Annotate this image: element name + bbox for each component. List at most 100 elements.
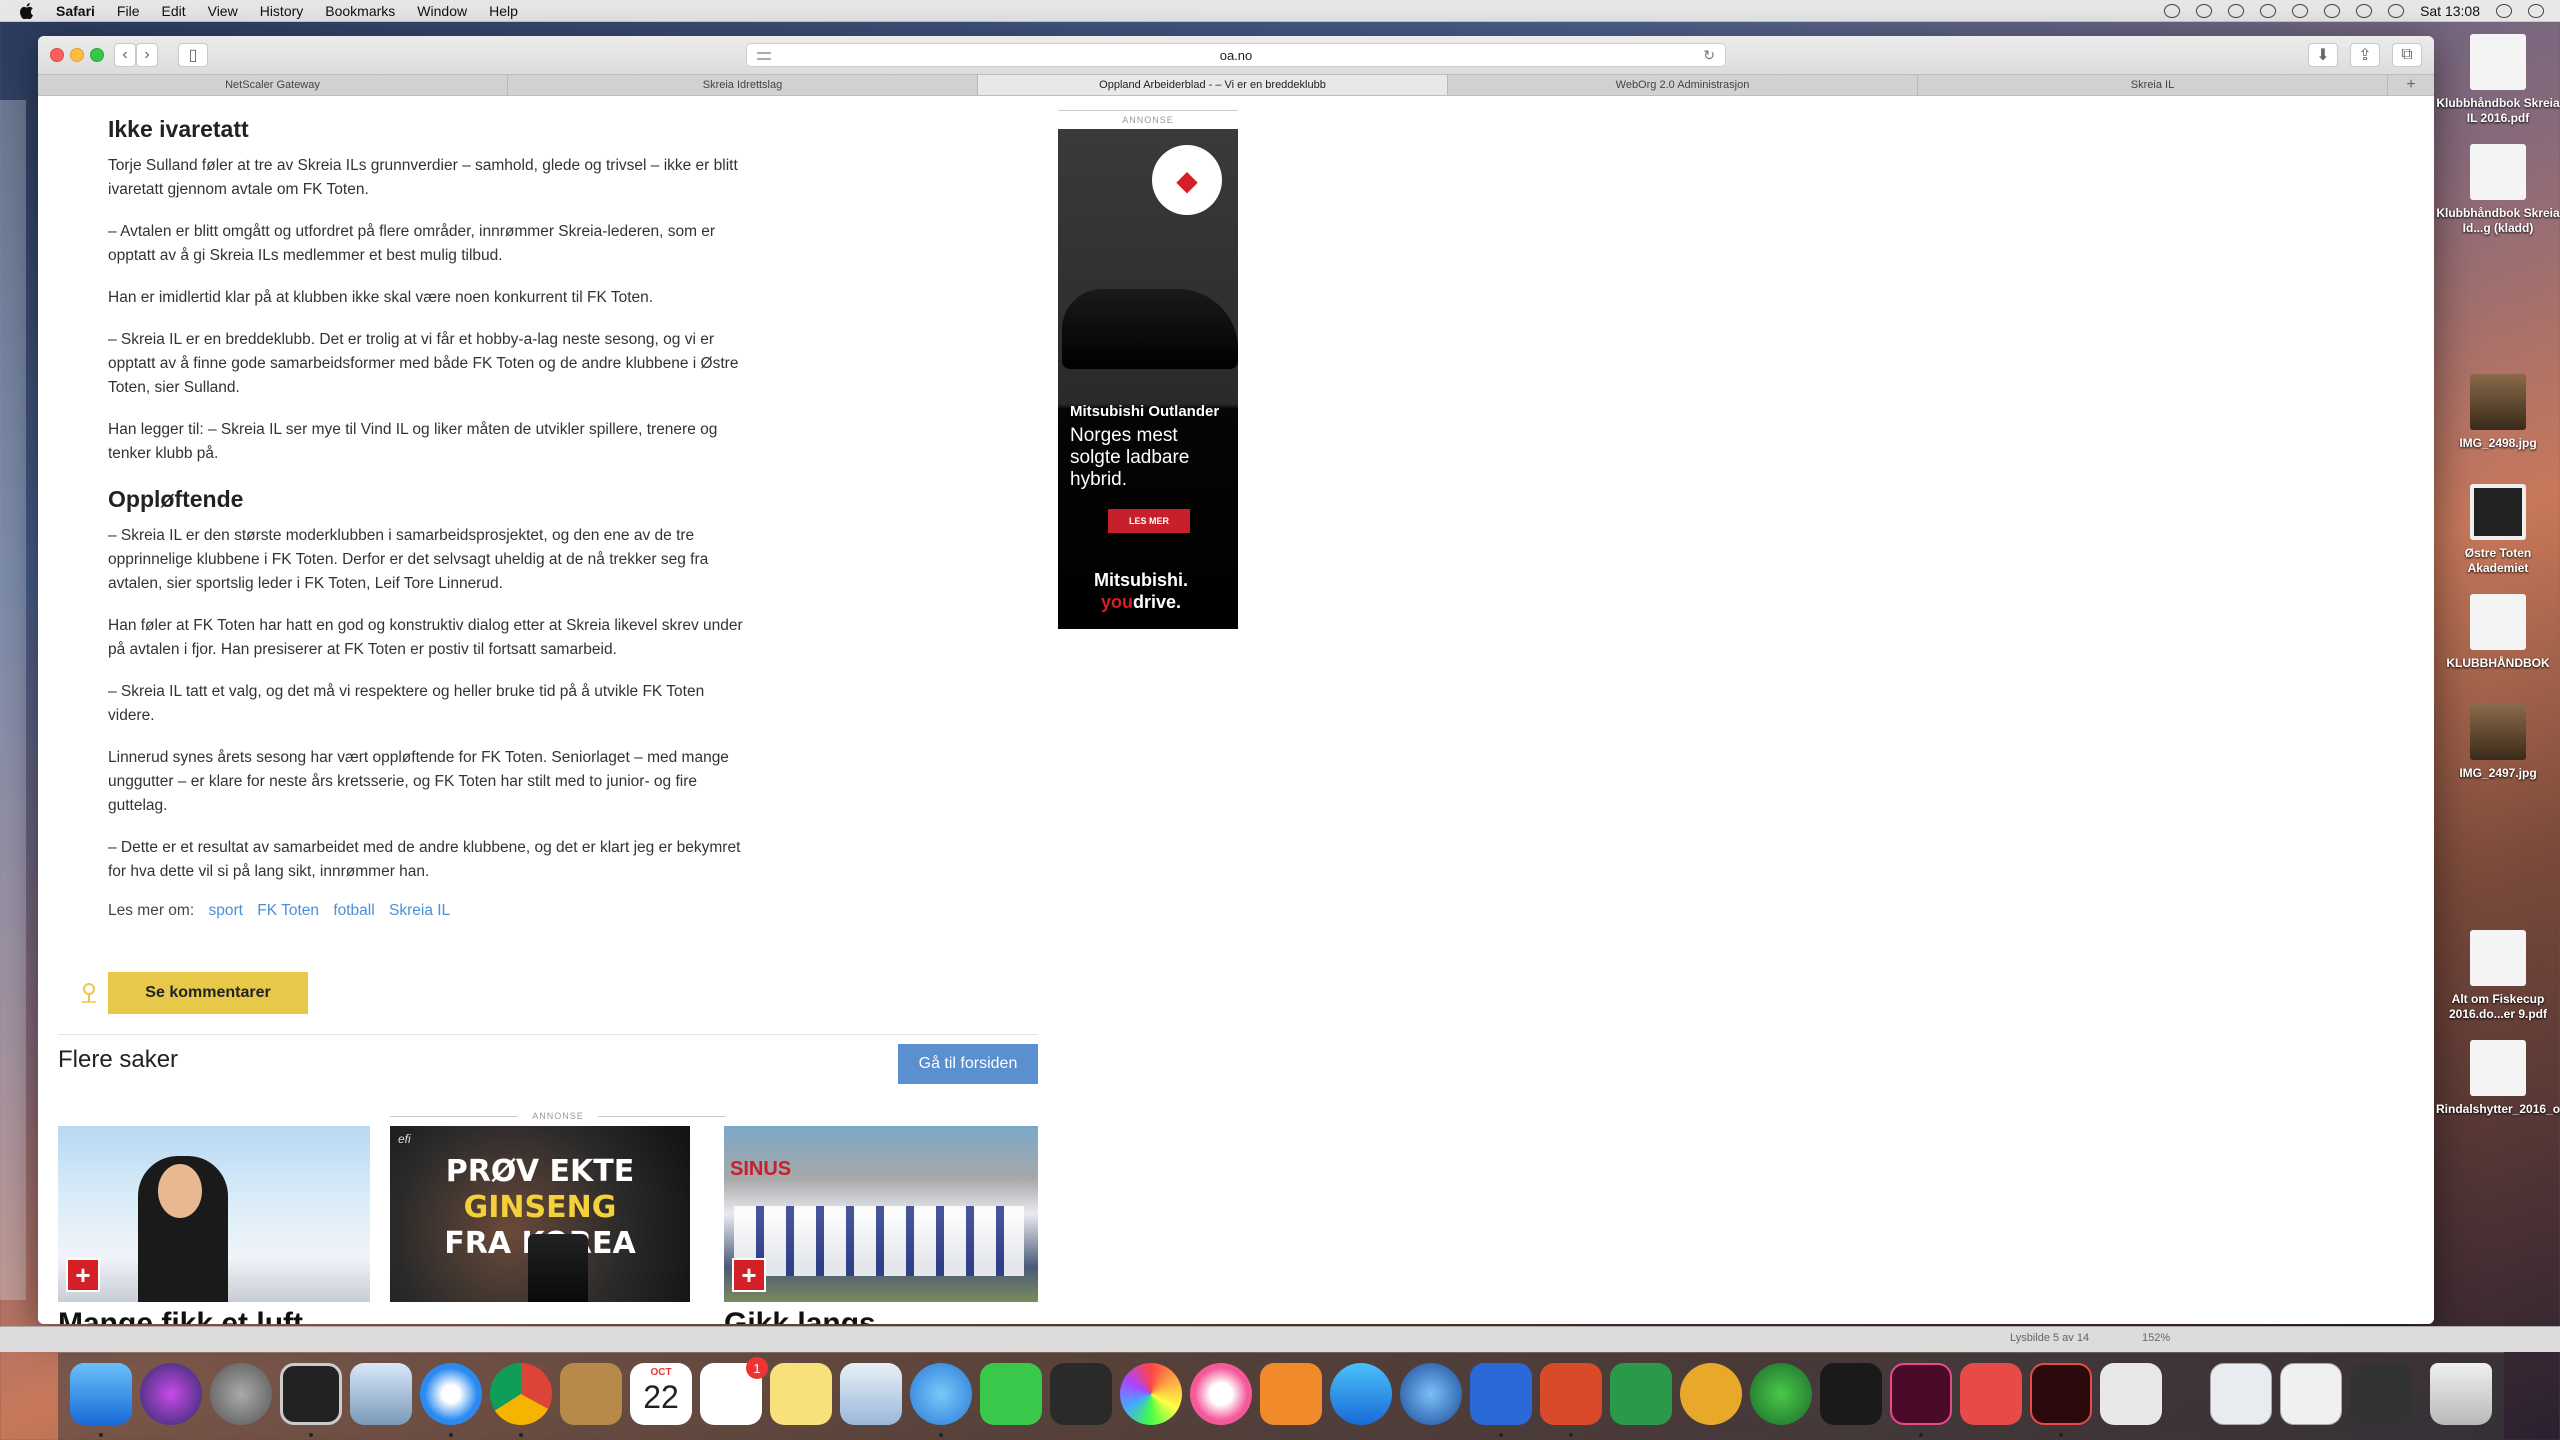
network-globe-icon[interactable] xyxy=(1400,1363,1462,1425)
word-icon[interactable] xyxy=(1470,1363,1532,1425)
trash-icon[interactable] xyxy=(2430,1363,2492,1425)
ad-les-mer-button[interactable]: LES MER xyxy=(1108,509,1190,533)
powerpoint-icon[interactable] xyxy=(1540,1363,1602,1425)
downloads-button[interactable]: ⬇ xyxy=(2308,43,2338,67)
ad-card-ginseng[interactable]: efi PRØV EKTE GINSENG FRA KOREA xyxy=(390,1126,690,1302)
share-button[interactable]: ⇪ xyxy=(2350,43,2380,67)
menu-help[interactable]: Help xyxy=(489,3,518,19)
drive-icon[interactable] xyxy=(1820,1363,1882,1425)
menu-view[interactable]: View xyxy=(208,3,238,19)
facetime-icon[interactable] xyxy=(980,1363,1042,1425)
tab-weborg[interactable]: WebOrg 2.0 Administrasjon xyxy=(1448,75,1918,95)
globe-download-icon[interactable] xyxy=(1750,1363,1812,1425)
story-card-skier[interactable]: + xyxy=(58,1126,370,1302)
new-tab-button[interactable]: + xyxy=(2388,75,2434,95)
volume-icon[interactable] xyxy=(2356,4,2373,18)
launchpad-icon[interactable] xyxy=(210,1363,272,1425)
battery-icon[interactable] xyxy=(2388,4,2405,18)
desktop-file-klubbhandbok-docx[interactable]: KLUBBHÅNDBOK xyxy=(2436,594,2560,671)
tab-oppland-arbeiderblad[interactable]: Oppland Arbeiderblad - – Vi er en bredde… xyxy=(978,75,1448,95)
go-to-frontpage-button[interactable]: Gå til forsiden xyxy=(898,1044,1038,1084)
acrobat-icon[interactable] xyxy=(2030,1363,2092,1425)
help-icon[interactable] xyxy=(1960,1363,2022,1425)
reader-view-icon[interactable] xyxy=(757,52,771,60)
photo-booth-icon[interactable] xyxy=(1050,1363,1112,1425)
eye-icon[interactable] xyxy=(2196,4,2213,18)
airplay-icon[interactable] xyxy=(2324,4,2341,18)
story-card-team[interactable]: SINUS + xyxy=(724,1126,1038,1302)
safari-icon[interactable] xyxy=(420,1363,482,1425)
zoom-window-button[interactable] xyxy=(90,48,104,62)
mitsubishi-ad[interactable]: ◆ Mitsubishi Outlander Norges mest solgt… xyxy=(1058,129,1238,629)
finder-icon[interactable] xyxy=(70,1363,132,1425)
excel-icon[interactable] xyxy=(1610,1363,1672,1425)
close-window-button[interactable] xyxy=(50,48,64,62)
preview-icon[interactable] xyxy=(840,1363,902,1425)
tag-link-fk-toten[interactable]: FK Toten xyxy=(257,902,319,919)
menu-bookmarks[interactable]: Bookmarks xyxy=(325,3,395,19)
tag-link-fotball[interactable]: fotball xyxy=(333,902,374,919)
story-title-cut[interactable]: Mange fikk et luft xyxy=(58,1304,303,1324)
creative-cloud-icon[interactable] xyxy=(2164,4,2181,18)
article-paragraph: – Avtalen er blitt omgått og utfordret p… xyxy=(108,223,716,264)
spotlight-icon[interactable] xyxy=(2496,4,2512,18)
app-store-icon[interactable] xyxy=(1330,1363,1392,1425)
sidebar-button[interactable]: ▯ xyxy=(178,43,208,67)
tab-overview-button[interactable]: ⧉ xyxy=(2392,43,2422,67)
photos-icon[interactable] xyxy=(1120,1363,1182,1425)
desktop-file-img-2497[interactable]: IMG_2497.jpg xyxy=(2436,704,2560,781)
calendar-icon[interactable]: OCT 22 xyxy=(630,1363,692,1425)
indesign-icon[interactable] xyxy=(1890,1363,1952,1425)
reload-icon[interactable]: ↻ xyxy=(1703,47,1715,64)
mail-stamp-icon[interactable] xyxy=(350,1363,412,1425)
script-editor-icon[interactable] xyxy=(2100,1363,2162,1425)
minimized-window-thumb[interactable] xyxy=(2210,1363,2272,1425)
time-machine-icon[interactable] xyxy=(2228,4,2245,18)
desktop-file-rindalshytter[interactable]: Rindalshytter_2016_oppslag xyxy=(2436,1040,2560,1117)
file-label: Rindalshytter_2016_oppslag xyxy=(2436,1102,2560,1116)
notification-center-icon[interactable] xyxy=(2528,4,2544,18)
bluetooth-icon[interactable] xyxy=(2260,4,2277,18)
notes-icon[interactable] xyxy=(770,1363,832,1425)
desktop-file-ostre-toten[interactable]: Østre Toten Akademiet xyxy=(2436,484,2560,576)
running-indicator xyxy=(939,1433,943,1437)
desktop-file-img-2498[interactable]: IMG_2498.jpg xyxy=(2436,374,2560,451)
minimize-window-button[interactable] xyxy=(70,48,84,62)
annonse-label: ANNONSE xyxy=(1122,115,1174,125)
menu-history[interactable]: History xyxy=(260,3,304,19)
ibooks-icon[interactable] xyxy=(1260,1363,1322,1425)
forward-button[interactable]: › xyxy=(136,43,158,67)
tab-skreia-idrettslag[interactable]: Skreia Idrettslag xyxy=(508,75,978,95)
desktop-file-klubbhandbok-pdf[interactable]: Klubbhåndbok Skreia IL 2016.pdf xyxy=(2436,34,2560,126)
itunes-icon[interactable] xyxy=(1190,1363,1252,1425)
see-comments-button[interactable]: Se kommentarer xyxy=(108,972,308,1014)
tag-link-skreia-il[interactable]: Skreia IL xyxy=(389,902,450,919)
siri-icon[interactable] xyxy=(140,1363,202,1425)
apple-menu-icon[interactable] xyxy=(20,2,34,19)
menu-window[interactable]: Window xyxy=(417,3,467,19)
menu-file[interactable]: File xyxy=(117,3,140,19)
pdf-file-icon xyxy=(2470,34,2526,90)
tab-skreia-il[interactable]: Skreia IL xyxy=(1918,75,2388,95)
menu-app-name[interactable]: Safari xyxy=(56,3,95,19)
reminders-icon[interactable]: 1 xyxy=(700,1357,768,1425)
menu-edit[interactable]: Edit xyxy=(161,3,185,19)
chrome-icon[interactable] xyxy=(490,1363,552,1425)
activity-monitor-icon[interactable] xyxy=(280,1363,342,1425)
menu-clock[interactable]: Sat 13:08 xyxy=(2420,3,2480,19)
story-title-cut[interactable]: Gikk langs xyxy=(724,1304,876,1324)
tag-link-sport[interactable]: sport xyxy=(208,902,242,919)
wifi-icon[interactable] xyxy=(2292,4,2309,18)
running-indicator xyxy=(2059,1433,2063,1437)
address-bar[interactable]: oa.no ↻ xyxy=(746,43,1726,67)
desktop-file-klubbhandbok-kladd[interactable]: Klubbhåndbok Skreia Id...g (kladd) xyxy=(2436,144,2560,236)
back-button[interactable]: ‹ xyxy=(114,43,136,67)
zoom-level[interactable]: 152% xyxy=(2142,1332,2170,1344)
outlook-icon[interactable] xyxy=(1680,1363,1742,1425)
tab-netscaler[interactable]: NetScaler Gateway xyxy=(38,75,508,95)
contacts-icon[interactable] xyxy=(560,1363,622,1425)
minimized-doc-thumb[interactable] xyxy=(2280,1363,2342,1425)
desktop-file-fiskecup[interactable]: Alt om Fiskecup 2016.do...er 9.pdf xyxy=(2436,930,2560,1022)
messages-icon[interactable] xyxy=(910,1363,972,1425)
minimized-dark-thumb[interactable] xyxy=(2350,1363,2412,1425)
